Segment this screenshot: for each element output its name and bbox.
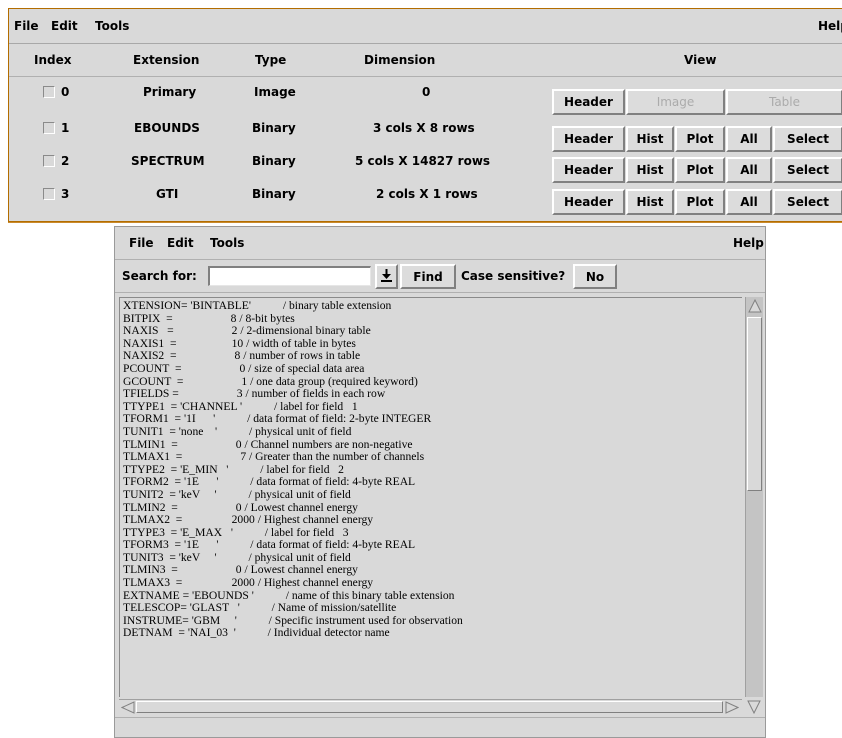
all-button[interactable]: All <box>726 189 772 215</box>
row-type: Binary <box>252 187 296 201</box>
plot-button[interactable]: Plot <box>675 157 725 183</box>
header-viewer-window: File Edit Tools Help Search for: Find Ca… <box>114 226 766 738</box>
row-select-checkbox[interactable] <box>43 86 55 98</box>
scroll-up-icon[interactable] <box>748 298 762 316</box>
header-keyword-line: TLMAX3 = 2000 / Highest channel energy <box>123 576 374 590</box>
header-text-area[interactable]: XTENSION= 'BINTABLE' / binary table exte… <box>119 297 742 697</box>
arrow-down-icon <box>381 268 392 285</box>
row-extension: EBOUNDS <box>134 121 200 135</box>
header-keyword-line: TLMAX1 = 7 / Greater than the number of … <box>123 450 425 464</box>
scroll-down-icon[interactable] <box>747 700 761 717</box>
menu-bar: File Edit Tools Help <box>115 227 765 260</box>
menu-file[interactable]: File <box>14 19 39 33</box>
header-keyword-line: TUNIT1 = 'none ' / physical unit of fiel… <box>123 424 352 438</box>
search-input[interactable] <box>208 266 371 286</box>
extensions-table: Index Extension Type Dimension View 0 Pr… <box>9 45 842 221</box>
all-button[interactable]: All <box>726 126 772 152</box>
header-keyword-line: NAXIS = 2 / 2-dimensional binary table <box>123 324 371 338</box>
row-index: 3 <box>61 187 70 201</box>
fits-file-window: File Edit Tools Help Index Extension Typ… <box>8 8 842 222</box>
column-header-dimension: Dimension <box>364 53 436 67</box>
horizontal-scroll-thumb[interactable] <box>136 701 723 713</box>
case-sensitive-toggle[interactable]: No <box>573 264 617 289</box>
row-extension: Primary <box>143 85 197 99</box>
menu-edit[interactable]: Edit <box>51 19 78 33</box>
header-keyword-line: PCOUNT = 0 / size of special data area <box>123 361 365 375</box>
menu-bar: File Edit Tools Help <box>9 9 842 44</box>
hist-button[interactable]: Hist <box>626 189 674 215</box>
column-header-extension: Extension <box>133 53 200 67</box>
search-bar: Search for: Find Case sensitive? No <box>115 261 765 293</box>
row-dimension: 5 cols X 14827 rows <box>355 154 491 168</box>
row-dimension: 2 cols X 1 rows <box>376 187 478 201</box>
row-extension: GTI <box>156 187 179 201</box>
select-button[interactable]: Select <box>773 126 842 152</box>
row-type: Binary <box>252 154 296 168</box>
row-index: 0 <box>61 85 70 99</box>
row-type: Image <box>254 85 296 99</box>
menu-tools[interactable]: Tools <box>210 236 244 250</box>
header-button[interactable]: Header <box>552 89 625 115</box>
select-button[interactable]: Select <box>773 189 842 215</box>
row-dimension: 0 <box>422 85 431 99</box>
hist-button[interactable]: Hist <box>626 126 674 152</box>
header-keyword-line: DETNAM = 'NAI_03 ' / Individual detector… <box>123 626 390 640</box>
header-keyword-line: TELESCOP= 'GLAST ' / Name of mission/sat… <box>123 601 397 615</box>
row-extension: SPECTRUM <box>131 154 205 168</box>
menu-help[interactable]: Help <box>733 236 764 250</box>
header-divider <box>9 76 842 77</box>
header-button[interactable]: Header <box>552 157 625 183</box>
menu-tools[interactable]: Tools <box>95 19 129 33</box>
menu-help[interactable]: Help <box>818 19 842 33</box>
column-header-type: Type <box>255 53 287 67</box>
hist-button[interactable]: Hist <box>626 157 674 183</box>
row-dimension: 3 cols X 8 rows <box>373 121 475 135</box>
row-select-checkbox[interactable] <box>43 155 55 167</box>
search-label: Search for: <box>122 269 197 283</box>
plot-button[interactable]: Plot <box>675 189 725 215</box>
case-sensitive-label: Case sensitive? <box>461 269 566 283</box>
row-index: 2 <box>61 154 70 168</box>
image-button[interactable]: Image <box>626 89 725 115</box>
scroll-left-icon[interactable] <box>120 701 135 717</box>
find-button[interactable]: Find <box>400 264 456 289</box>
menu-edit[interactable]: Edit <box>167 236 194 250</box>
header-keyword-line: TFIELDS = 3 / number of fields in each r… <box>123 387 386 401</box>
row-select-checkbox[interactable] <box>43 122 55 134</box>
vertical-scrollbar[interactable] <box>745 297 763 697</box>
header-keyword-line: XTENSION= 'BINTABLE' / binary table exte… <box>123 299 392 312</box>
vertical-scroll-thumb[interactable] <box>747 317 762 491</box>
scroll-right-icon[interactable] <box>725 701 740 717</box>
header-keyword-list: XTENSION= 'BINTABLE' / binary table exte… <box>123 299 463 640</box>
plot-button[interactable]: Plot <box>675 126 725 152</box>
select-button[interactable]: Select <box>773 157 842 183</box>
header-button[interactable]: Header <box>552 189 625 215</box>
header-keyword-line: TUNIT2 = 'keV ' / physical unit of field <box>123 487 351 501</box>
header-keyword-line: TFORM3 = '1E ' / data format of field: 4… <box>123 538 416 552</box>
menu-file[interactable]: File <box>129 236 154 250</box>
row-type: Binary <box>252 121 296 135</box>
row-index: 1 <box>61 121 70 135</box>
column-header-view: View <box>684 53 717 67</box>
table-button[interactable]: Table <box>726 89 842 115</box>
status-bar <box>115 717 765 738</box>
search-history-button[interactable] <box>375 264 398 289</box>
column-header-index: Index <box>34 53 72 67</box>
header-keyword-line: TLMAX2 = 2000 / Highest channel energy <box>123 513 374 527</box>
row-select-checkbox[interactable] <box>43 188 55 200</box>
horizontal-scrollbar[interactable] <box>119 699 742 715</box>
header-button[interactable]: Header <box>552 126 625 152</box>
all-button[interactable]: All <box>726 157 772 183</box>
